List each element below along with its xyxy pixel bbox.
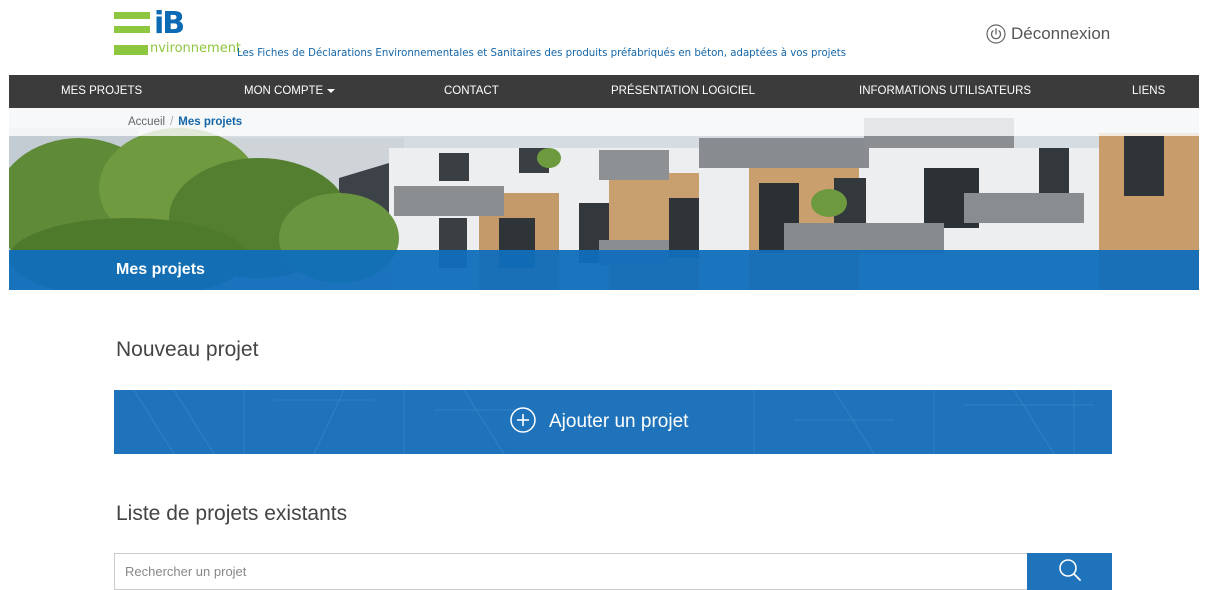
- hero-banner: Accueil / Mes projets Mes projets: [9, 108, 1199, 290]
- logo-bar: [114, 26, 150, 33]
- breadcrumb: Accueil / Mes projets: [128, 108, 242, 136]
- nav-item-mes-projets[interactable]: MES PROJETS: [61, 75, 142, 108]
- nav-item-informations-utilisateurs[interactable]: INFORMATIONS UTILISATEURS: [859, 75, 1031, 108]
- add-project-label: Ajouter un projet: [549, 411, 689, 432]
- search-button[interactable]: [1027, 553, 1112, 590]
- page-title-bar: Mes projets: [9, 250, 1199, 290]
- project-search: [114, 553, 1112, 590]
- site-tagline: Les Fiches de Déclarations Environnement…: [237, 48, 847, 59]
- add-project-content: Ajouter un projet: [509, 390, 688, 454]
- nav-item-label: MON COMPTE: [244, 85, 324, 97]
- nav-item-presentation-logiciel[interactable]: PRÉSENTATION LOGICIEL: [611, 75, 755, 108]
- breadcrumb-current: Mes projets: [178, 116, 243, 128]
- nav-item-mon-compte[interactable]: MON COMPTE: [244, 75, 336, 108]
- nav-item-liens[interactable]: LIENS: [1132, 75, 1165, 108]
- power-icon: [986, 24, 1006, 44]
- logout-button[interactable]: Déconnexion: [986, 24, 1110, 44]
- existing-projects-heading: Liste de projets existants: [116, 502, 348, 525]
- logo-subtitle: nvironnement: [150, 41, 242, 56]
- project-search-input[interactable]: [114, 553, 1027, 590]
- caret-down-icon: [327, 88, 336, 93]
- header: iB nvironnement Les Fiches de Déclaratio…: [0, 0, 1209, 75]
- nav-item-label: CONTACT: [444, 85, 499, 97]
- main-nav: MES PROJETS MON COMPTE CONTACT PRÉSENTAT…: [9, 75, 1199, 108]
- logout-label: Déconnexion: [1011, 24, 1111, 43]
- search-icon: [1057, 557, 1083, 586]
- new-project-heading: Nouveau projet: [116, 338, 259, 361]
- logo-bar: [114, 12, 150, 19]
- nav-item-label: LIENS: [1132, 85, 1166, 97]
- nav-item-label: MES PROJETS: [61, 85, 143, 97]
- logo-bar: [114, 45, 148, 55]
- plus-circle-icon: [509, 406, 537, 439]
- logo[interactable]: iB nvironnement: [114, 6, 241, 60]
- nav-item-contact[interactable]: CONTACT: [444, 75, 499, 108]
- nav-item-label: PRÉSENTATION LOGICIEL: [611, 85, 755, 97]
- logo-mark: iB: [154, 6, 185, 41]
- breadcrumb-separator: /: [170, 116, 174, 128]
- page-title: Mes projets: [116, 261, 205, 278]
- breadcrumb-bar: Accueil / Mes projets: [9, 108, 1199, 136]
- nav-item-label: INFORMATIONS UTILISATEURS: [859, 85, 1032, 97]
- breadcrumb-home-link[interactable]: Accueil: [128, 116, 165, 128]
- add-project-button[interactable]: Ajouter un projet: [114, 390, 1112, 454]
